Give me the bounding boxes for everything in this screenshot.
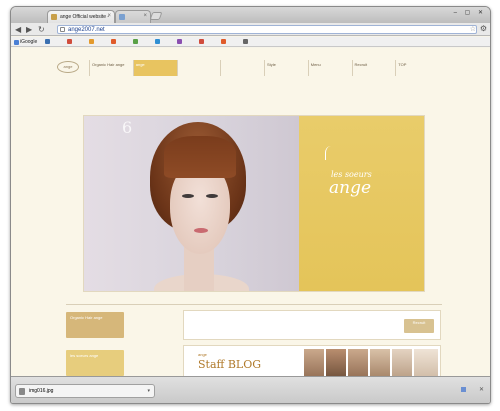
staff-blog-banner[interactable]: ange Staff BLOG (183, 345, 441, 376)
blog-photo (326, 349, 346, 376)
model-bangs (164, 136, 236, 178)
close-tab-icon[interactable]: × (143, 13, 147, 19)
nav-item-style[interactable]: Style (264, 60, 308, 76)
brand-panel: les soeurs ange (299, 116, 424, 291)
back-icon[interactable]: ◀ (15, 25, 21, 34)
brand-name-2: ange (329, 178, 372, 198)
bookmark-item[interactable] (155, 39, 161, 44)
toolbar: ◀ ▶ ↻ ange2007.net ☆ ⚙ (11, 23, 490, 36)
blog-photo (392, 349, 412, 376)
bookmark-item[interactable] (45, 39, 51, 44)
bookmark-icon (199, 39, 204, 44)
bookmark-icon (14, 39, 19, 45)
bookmark-star-icon[interactable]: ☆ (470, 25, 476, 33)
model-lips (194, 228, 208, 233)
new-tab-button[interactable] (149, 12, 163, 20)
nav-item-menu[interactable]: Menu (307, 60, 352, 76)
recruit-banner[interactable]: Recruit (183, 310, 441, 340)
browser-window: ange Official website - × × – ▢ ✕ ◀ ▶ ↻ … (10, 6, 491, 404)
bookmark-item[interactable] (243, 39, 249, 44)
nav-item-recruit[interactable]: Recruit (351, 60, 396, 76)
nav-item-organic-hair[interactable]: Organic Hair ange (89, 60, 133, 76)
bookmark-item[interactable] (89, 39, 95, 44)
download-bar: img016.jpg ▾ ✕ (11, 376, 490, 403)
bookmark-icon (45, 39, 50, 44)
bookmark-icon (243, 39, 248, 44)
chevron-down-icon[interactable]: ▾ (147, 385, 150, 398)
close-tab-icon[interactable]: × (107, 13, 111, 19)
bookmark-icon (155, 39, 160, 44)
model-eye-left (182, 194, 194, 198)
address-bar[interactable]: ange2007.net (57, 25, 477, 34)
download-icon (461, 387, 466, 393)
bookmark-item[interactable] (221, 39, 227, 44)
reload-icon[interactable]: ↻ (38, 25, 45, 34)
web-page: ange Organic Hair ange ange Style Menu R… (11, 48, 490, 376)
blog-photo (414, 349, 438, 376)
bookmark-item[interactable]: iGoogle (14, 39, 37, 45)
forward-icon[interactable]: ▶ (26, 25, 32, 34)
site-nav: Organic Hair ange ange Style Menu Recrui… (89, 60, 439, 76)
blog-photo (348, 349, 368, 376)
bookmark-icon (133, 39, 138, 44)
site-logo[interactable]: ange (57, 61, 79, 73)
file-icon (19, 388, 25, 395)
favicon-icon (119, 14, 125, 20)
bookmark-item[interactable] (177, 39, 183, 44)
bookmark-icon (89, 39, 94, 44)
bookmark-item[interactable] (67, 39, 73, 44)
tab-ange[interactable]: ange Official website - × (47, 10, 115, 23)
blog-photo (304, 349, 324, 376)
nav-item-top[interactable]: TOP (395, 60, 439, 76)
bookmark-icon (177, 39, 182, 44)
page-icon (60, 27, 65, 32)
close-icon[interactable]: ✕ (479, 386, 484, 393)
tab-second[interactable]: × (115, 10, 151, 23)
url-text: ange2007.net (68, 27, 105, 33)
bookmark-item[interactable] (133, 39, 139, 44)
shop-card-les-soeurs[interactable]: les soeurs ange (66, 350, 124, 376)
show-all-downloads-link[interactable] (461, 387, 468, 393)
bookmark-item[interactable] (199, 39, 205, 44)
bookmark-item[interactable] (111, 39, 117, 44)
sprig-icon (325, 146, 337, 160)
recruit-button[interactable]: Recruit (404, 319, 434, 333)
wrench-icon[interactable]: ⚙ (480, 24, 487, 33)
model-eye-right (206, 194, 218, 198)
shop-card-organic-hair[interactable]: Organic Hair ange (66, 312, 124, 338)
window-controls[interactable]: – ▢ ✕ (454, 9, 486, 16)
nav-item-ange[interactable]: ange (132, 60, 177, 76)
download-item[interactable]: img016.jpg ▾ (15, 384, 155, 398)
bookmarks-bar: iGoogle (11, 37, 490, 47)
hero-photo: 6 (84, 116, 299, 291)
sidebar: Organic Hair ange les soeurs ange (66, 310, 176, 376)
bookmark-icon (221, 39, 226, 44)
blog-photo (370, 349, 390, 376)
main-content: Recruit ange Staff BLOG (183, 310, 443, 376)
photo-number: 6 (122, 118, 133, 137)
nav-item-3[interactable] (176, 60, 221, 76)
blog-title: Staff BLOG (198, 358, 262, 371)
divider (66, 304, 442, 305)
hero-banner: 6 les soeurs ange (83, 115, 425, 292)
bookmark-icon (111, 39, 116, 44)
bookmark-icon (67, 39, 72, 44)
nav-item-4[interactable] (220, 60, 264, 76)
favicon-icon (51, 14, 57, 20)
tab-bar: ange Official website - × × – ▢ ✕ (11, 7, 490, 23)
